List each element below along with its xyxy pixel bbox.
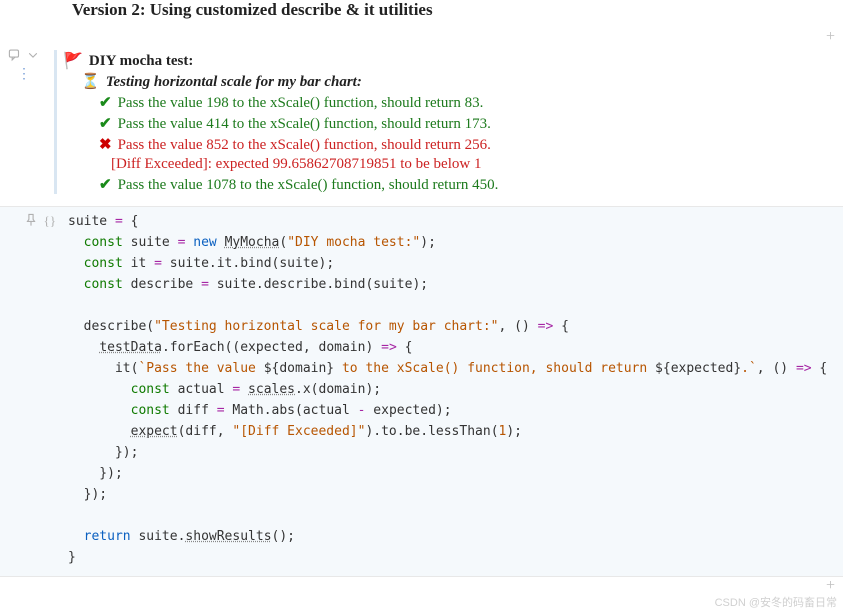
comment-icon[interactable] (8, 48, 22, 62)
caret-down-icon[interactable] (26, 48, 40, 62)
add-cell-below-button[interactable]: + (0, 577, 843, 595)
braces-icon[interactable]: {} (44, 213, 56, 229)
test-result-text: Pass the value 414 to the xScale() funct… (118, 116, 491, 133)
add-cell-above-button[interactable]: + (0, 28, 843, 46)
test-result-row: ✔ Pass the value 414 to the xScale() fun… (63, 114, 835, 133)
pin-icon[interactable] (24, 213, 38, 231)
test-output: 🚩 DIY mocha test: ⏳ Testing horizontal s… (54, 50, 835, 194)
code-cell: {} suite = { const suite = new MyMocha("… (0, 206, 843, 577)
check-icon: ✔ (99, 93, 112, 112)
cell-side-controls: ⋮ (0, 46, 48, 83)
output-content: 🚩 DIY mocha test: ⏳ Testing horizontal s… (48, 46, 843, 200)
output-cell: ⋮ 🚩 DIY mocha test: ⏳ Testing horizontal… (0, 46, 843, 200)
check-icon: ✔ (99, 114, 112, 133)
hourglass-icon: ⏳ (81, 72, 100, 91)
plus-icon: + (826, 578, 835, 594)
section-heading: Version 2: Using customized describe & i… (0, 0, 843, 20)
test-result-row: ✔ Pass the value 198 to the xScale() fun… (63, 93, 835, 112)
test-error-text: [Diff Exceeded]: expected 99.65862708719… (111, 156, 481, 173)
describe-title: Testing horizontal scale for my bar char… (106, 74, 362, 91)
test-result-text: Pass the value 852 to the xScale() funct… (118, 137, 491, 154)
test-error-row: [Diff Exceeded]: expected 99.65862708719… (63, 156, 835, 173)
suite-title: DIY mocha test: (89, 53, 193, 70)
flag-icon: 🚩 (63, 51, 83, 71)
heading-row: Version 2: Using customized describe & i… (0, 0, 843, 20)
test-result-text: Pass the value 198 to the xScale() funct… (118, 95, 484, 112)
watermark: CSDN @安冬的码畜日常 (715, 594, 837, 610)
test-result-row: ✔ Pass the value 1078 to the xScale() fu… (63, 175, 835, 194)
test-result-row: ✖ Pass the value 852 to the xScale() fun… (63, 135, 835, 154)
cross-icon: ✖ (99, 135, 112, 154)
check-icon: ✔ (99, 175, 112, 194)
suite-line: 🚩 DIY mocha test: (63, 50, 835, 70)
code-editor[interactable]: suite = { const suite = new MyMocha("DIY… (64, 207, 843, 576)
more-menu-icon[interactable]: ⋮ (17, 66, 31, 83)
test-result-text: Pass the value 1078 to the xScale() func… (118, 177, 499, 194)
plus-icon: + (826, 29, 835, 45)
describe-line: ⏳ Testing horizontal scale for my bar ch… (63, 72, 835, 91)
code-gutter: {} (0, 207, 64, 231)
